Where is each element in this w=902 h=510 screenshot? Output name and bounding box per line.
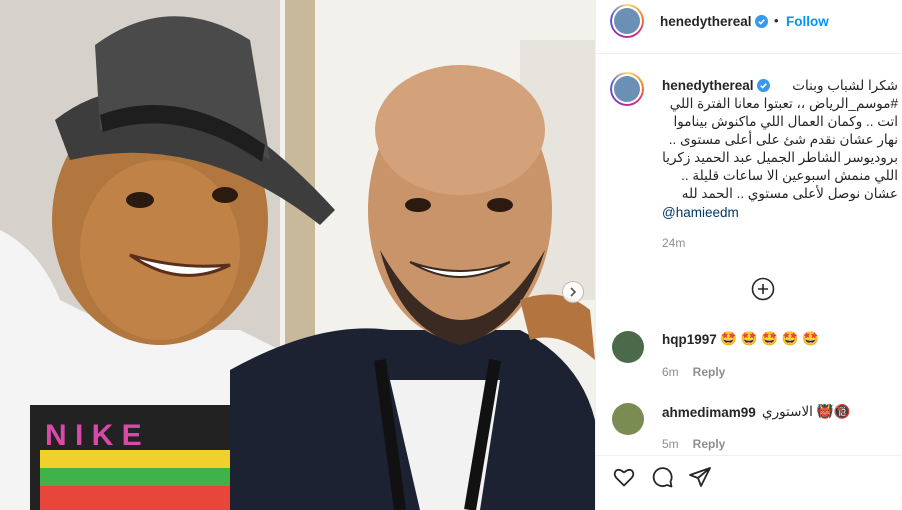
comment-meta: 5m Reply <box>662 437 725 451</box>
carousel-next-button[interactable] <box>562 281 584 303</box>
comment-icon <box>652 467 673 488</box>
header-divider <box>596 53 902 54</box>
comment-username[interactable]: ahmedimam99 <box>662 405 756 420</box>
share-icon <box>689 467 711 487</box>
reply-button[interactable]: Reply <box>693 437 726 451</box>
verified-badge-icon <box>754 15 768 28</box>
header-author-username[interactable]: henedythereal <box>660 14 768 29</box>
separator-dot: • <box>774 13 779 28</box>
comment-button[interactable] <box>650 465 674 489</box>
like-button[interactable] <box>612 465 636 489</box>
post-time: 24m <box>662 236 686 250</box>
share-button[interactable] <box>688 465 712 489</box>
comment-text: الاستوري 👹🔞 <box>762 404 851 419</box>
author-name[interactable]: henedythereal <box>660 14 752 29</box>
comment-avatar[interactable] <box>612 331 644 363</box>
comment-meta: 6m Reply <box>662 365 725 379</box>
reply-button[interactable]: Reply <box>693 365 726 379</box>
comment-avatar[interactable] <box>612 403 644 435</box>
post-caption: شكرا لشباب وبنات #موسم_الرياض ،، تعبتوا … <box>662 78 898 201</box>
comment-text: 🤩 🤩 🤩 🤩 🤩 <box>720 331 820 346</box>
caption-mention-link[interactable]: @hamieedm <box>662 205 739 220</box>
photo-illustration: N I K E <box>0 0 595 510</box>
follow-button[interactable]: Follow <box>786 14 829 29</box>
comment-username[interactable]: hqp1997 <box>662 332 717 347</box>
svg-text:N I K E: N I K E <box>45 419 142 452</box>
actions-divider <box>596 455 902 456</box>
comment-time: 6m <box>662 365 679 379</box>
post-details-panel: henedythereal • Follow henedythereal شكر… <box>595 0 902 510</box>
caption-author-avatar[interactable] <box>610 72 644 106</box>
add-circle-icon[interactable] <box>751 277 775 301</box>
heart-icon <box>613 468 635 487</box>
post-actions <box>612 464 712 490</box>
chevron-right-icon <box>570 287 577 297</box>
post-photo[interactable]: N I K E <box>0 0 595 510</box>
comment-time: 5m <box>662 437 679 451</box>
author-avatar[interactable] <box>610 4 644 38</box>
